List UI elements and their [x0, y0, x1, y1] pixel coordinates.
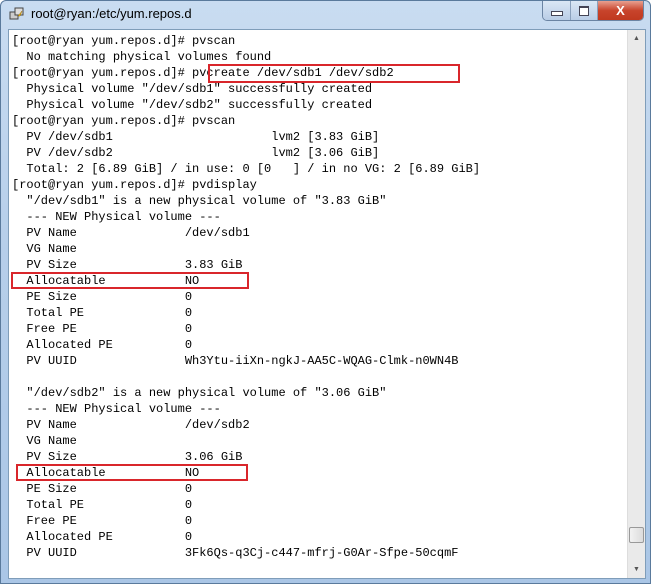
terminal-window: root@ryan:/etc/yum.repos.d X [root@ryan … [0, 0, 651, 584]
terminal-line: [root@ryan yum.repos.d]# pvdisplay [12, 178, 257, 192]
vertical-scrollbar[interactable]: ▲ ▼ [627, 30, 645, 578]
terminal-line: PE Size 0 [12, 290, 193, 304]
terminal-line: VG Name [12, 434, 77, 448]
highlight-allocatable-sdb1 [11, 272, 249, 289]
terminal-line: Total PE 0 [12, 306, 193, 320]
terminal-line: PE Size 0 [12, 482, 193, 496]
terminal-output[interactable]: [root@ryan yum.repos.d]# pvscan No match… [12, 33, 624, 575]
terminal-line: [root@ryan yum.repos.d]# pvscan [12, 34, 236, 48]
minimize-button[interactable] [543, 1, 571, 20]
scroll-down-arrow-icon[interactable]: ▼ [628, 561, 645, 578]
scrollbar-thumb[interactable] [629, 527, 644, 543]
title-bar[interactable]: root@ryan:/etc/yum.repos.d X [1, 1, 650, 27]
maximize-icon [579, 5, 589, 16]
terminal-line: PV UUID 3Fk6Qs-q3Cj-c447-mfrj-G0Ar-Sfpe-… [12, 546, 459, 560]
terminal-line: Physical volume "/dev/sdb2" successfully… [12, 98, 373, 112]
terminal-line: Total: 2 [6.89 GiB] / in use: 0 [0 ] / i… [12, 162, 481, 176]
terminal-line: Free PE 0 [12, 514, 193, 528]
terminal-line: --- NEW Physical volume --- [12, 402, 221, 416]
terminal-line: PV UUID Wh3Ytu-iiXn-ngkJ-AA5C-WQAG-Clmk-… [12, 354, 459, 368]
terminal-line: Allocated PE 0 [12, 338, 193, 352]
window-title: root@ryan:/etc/yum.repos.d [31, 6, 192, 21]
putty-app-icon [9, 7, 24, 20]
highlight-allocatable-sdb2 [16, 464, 248, 481]
terminal-line: PV Name /dev/sdb2 [12, 418, 250, 432]
highlight-pvcreate-command [208, 64, 460, 83]
window-controls: X [542, 1, 644, 21]
terminal-line: No matching physical volumes found [12, 50, 272, 64]
terminal-client-area: [root@ryan yum.repos.d]# pvscan No match… [8, 29, 646, 579]
terminal-line: PV Size 3.06 GiB [12, 450, 243, 464]
terminal-line: Allocated PE 0 [12, 530, 193, 544]
terminal-line: [root@ryan yum.repos.d]# pvscan [12, 114, 236, 128]
terminal-line: Total PE 0 [12, 498, 193, 512]
terminal-line: VG Name [12, 242, 77, 256]
terminal-line: --- NEW Physical volume --- [12, 210, 221, 224]
terminal-line: "/dev/sdb2" is a new physical volume of … [12, 386, 387, 400]
maximize-button[interactable] [571, 1, 598, 20]
minimize-icon [550, 11, 563, 16]
terminal-line: PV /dev/sdb2 lvm2 [3.06 GiB] [12, 146, 380, 160]
terminal-line: Physical volume "/dev/sdb1" successfully… [12, 82, 373, 96]
terminal-line: PV Size 3.83 GiB [12, 258, 243, 272]
terminal-line: PV /dev/sdb1 lvm2 [3.83 GiB] [12, 130, 380, 144]
terminal-line: "/dev/sdb1" is a new physical volume of … [12, 194, 387, 208]
close-button[interactable]: X [598, 1, 643, 20]
scroll-up-arrow-icon[interactable]: ▲ [628, 30, 645, 47]
terminal-line: PV Name /dev/sdb1 [12, 226, 250, 240]
terminal-line: Free PE 0 [12, 322, 193, 336]
close-icon: X [616, 3, 625, 18]
